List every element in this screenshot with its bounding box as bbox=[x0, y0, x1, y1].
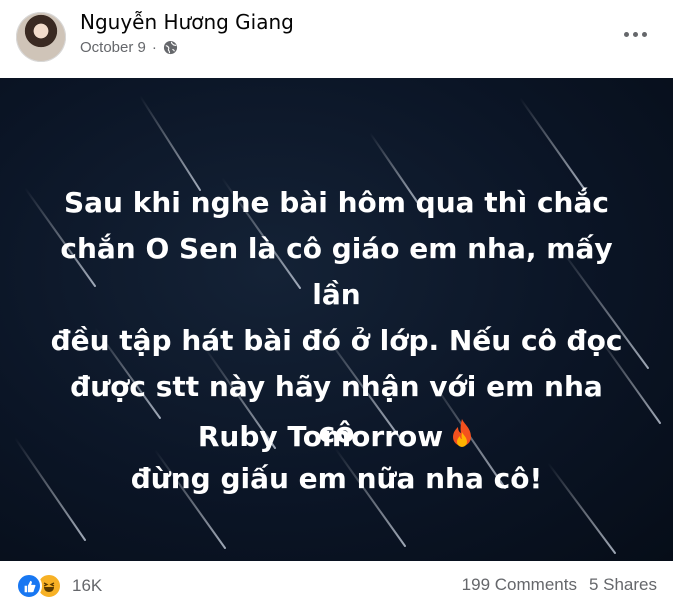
meta-separator: · bbox=[151, 39, 157, 56]
reaction-summary[interactable]: 16K bbox=[16, 573, 102, 599]
fire-icon bbox=[453, 419, 472, 447]
post-date[interactable]: October 9 bbox=[80, 39, 146, 56]
post-text: Sau khi nghe bài hôm qua thì chắc chắn O… bbox=[50, 180, 623, 502]
post-meta: October 9 · bbox=[80, 39, 178, 56]
post-text-line: đừng giấu em nữa nha cô! bbox=[130, 462, 543, 495]
post-header: Nguyễn Hương Giang October 9 · bbox=[0, 0, 673, 78]
post-footer: 16K 199 Comments 5 Shares bbox=[0, 561, 673, 606]
author-avatar[interactable] bbox=[16, 12, 66, 62]
post-text-line: chắn O Sen là cô giáo em nha, mấy lần bbox=[60, 232, 613, 311]
signature-text: Ruby Tomorrow bbox=[197, 420, 444, 453]
reaction-count: 16K bbox=[72, 576, 103, 595]
shares-count[interactable]: 5 Shares bbox=[589, 575, 657, 595]
post-text-line: Sau khi nghe bài hôm qua thì chắc bbox=[64, 186, 609, 219]
post-stats: 199 Comments 5 Shares bbox=[462, 575, 657, 595]
like-icon bbox=[16, 573, 42, 599]
comments-count[interactable]: 199 Comments bbox=[462, 575, 577, 595]
globe-icon[interactable] bbox=[163, 40, 178, 55]
post-background: Sau khi nghe bài hôm qua thì chắc chắn O… bbox=[0, 78, 673, 561]
post-signature: Ruby Tomorrow bbox=[0, 418, 673, 453]
author-name[interactable]: Nguyễn Hương Giang bbox=[80, 10, 294, 34]
more-options-icon[interactable] bbox=[619, 26, 651, 42]
post-text-line: đều tập hát bài đó ở lớp. Nếu cô đọc bbox=[50, 324, 623, 357]
